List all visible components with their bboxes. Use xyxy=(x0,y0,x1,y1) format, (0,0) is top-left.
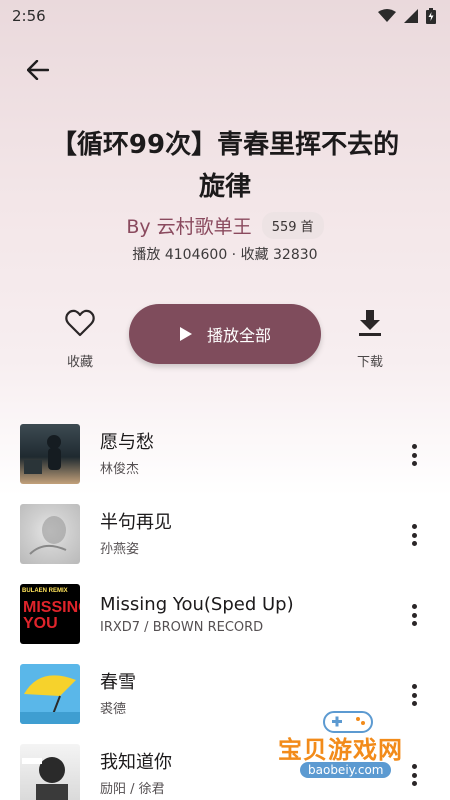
song-title: 春雪 xyxy=(100,672,136,693)
battery-icon xyxy=(426,8,436,24)
status-icons xyxy=(378,8,436,24)
favorite-button[interactable]: 收藏 xyxy=(50,309,110,370)
status-bar: 2:56 xyxy=(0,0,450,32)
song-artist: 林俊杰 xyxy=(100,462,140,477)
play-all-label: 播放全部 xyxy=(206,326,271,345)
download-label: 下载 xyxy=(356,355,383,370)
wifi-icon xyxy=(378,9,396,22)
song-count-badge: 559 首 xyxy=(261,212,324,239)
album-cover xyxy=(20,424,80,484)
song-row[interactable]: 愿与愁 林俊杰 xyxy=(0,414,450,494)
back-arrow-icon xyxy=(27,60,49,80)
status-time: 2:56 xyxy=(12,7,46,25)
song-row[interactable]: BULAEN REMIX MISSING YOU Missing You(Spe… xyxy=(0,574,450,654)
more-vert-icon[interactable] xyxy=(410,684,418,706)
back-button[interactable] xyxy=(18,50,58,90)
album-cover xyxy=(20,504,80,564)
song-row[interactable]: 半句再见 孙燕姿 xyxy=(0,494,450,574)
play-all-button[interactable]: 播放全部 xyxy=(129,304,321,364)
favorite-label: 收藏 xyxy=(66,355,93,370)
album-cover xyxy=(20,664,80,724)
download-icon xyxy=(359,310,381,336)
playlist-author[interactable]: By 云村歌单王 xyxy=(126,212,251,239)
more-vert-icon[interactable] xyxy=(410,524,418,546)
signal-icon xyxy=(404,9,418,23)
song-title: 愿与愁 xyxy=(100,432,154,453)
watermark-logo: 宝贝游戏网 baobeiy.com xyxy=(272,706,432,790)
more-vert-icon[interactable] xyxy=(410,444,418,466)
heart-icon xyxy=(65,309,95,337)
action-row: 收藏 播放全部 下载 xyxy=(0,303,450,375)
cover-text: MISSING YOU xyxy=(23,599,80,632)
song-title: Missing You(Sped Up) xyxy=(100,594,294,615)
play-icon xyxy=(179,327,192,341)
more-vert-icon[interactable] xyxy=(410,604,418,626)
song-artist: IRXD7 / BROWN RECORD xyxy=(100,620,264,635)
cover-text: BULAEN REMIX xyxy=(22,588,68,594)
watermark-text: 宝贝游戏网 xyxy=(278,736,403,764)
song-title: 半句再见 xyxy=(100,512,172,533)
album-cover xyxy=(20,744,80,800)
watermark-url: baobeiy.com xyxy=(300,762,392,778)
album-cover: BULAEN REMIX MISSING YOU xyxy=(20,584,80,644)
song-artist: 孙燕姿 xyxy=(100,542,140,557)
playlist-byline: By 云村歌单王 559 首 xyxy=(0,212,450,239)
download-button[interactable]: 下载 xyxy=(340,309,400,370)
playlist-stats: 播放 4104600 · 收藏 32830 xyxy=(132,247,318,263)
playlist-title: 【循环99次】青春里挥不去的旋律 xyxy=(50,130,400,202)
